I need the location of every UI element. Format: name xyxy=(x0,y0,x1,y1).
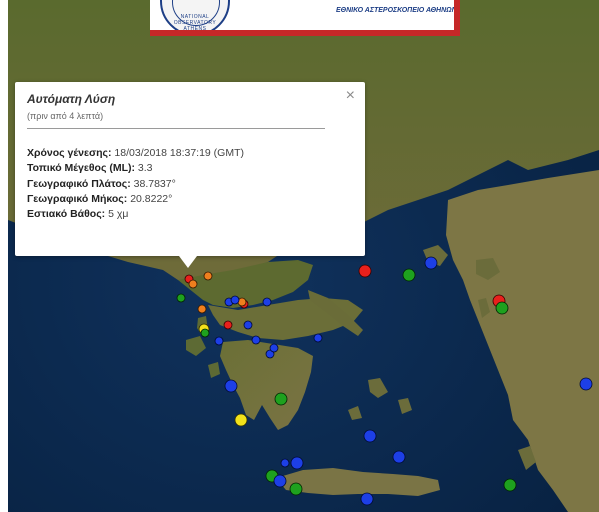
field-magnitude: Τοπικό Μέγεθος (ML): 3.3 xyxy=(27,161,244,176)
quake-marker-blue[interactable] xyxy=(424,256,438,270)
popup-fields: Χρόνος γένεσης: 18/03/2018 18:37:19 (GMT… xyxy=(27,146,244,222)
map[interactable]: NATIONAL OBSERVATORY ATHENS ΕΘΝΙΚΟ ΑΣΤΕΡ… xyxy=(0,0,599,512)
field-label: Γεωγραφικό Πλάτος: xyxy=(27,177,131,190)
popup-pointer xyxy=(179,256,197,268)
quake-marker-blue[interactable] xyxy=(214,336,224,346)
quake-marker-green[interactable] xyxy=(274,392,288,406)
quake-marker-blue[interactable] xyxy=(224,379,238,393)
earthquake-info-popup: × Αυτόματη Λύση (πριν από 4 λεπτά) Χρόνο… xyxy=(15,82,365,256)
quake-marker-blue[interactable] xyxy=(230,295,240,305)
field-depth: Εστιακό Βάθος: 5 χμ xyxy=(27,207,244,222)
close-icon[interactable]: × xyxy=(346,88,355,104)
quake-marker-red[interactable] xyxy=(223,320,233,330)
quake-marker-blue[interactable] xyxy=(251,335,261,345)
quake-marker-green[interactable] xyxy=(176,293,186,303)
field-value: 20.8222° xyxy=(130,192,173,205)
popup-subtitle: (πριν από 4 λεπτά) xyxy=(27,111,104,121)
field-label: Τοπικό Μέγεθος (ML): xyxy=(27,162,135,175)
field-value: 38.7837° xyxy=(133,177,176,190)
organization-name: ΕΘΝΙΚΟ ΑΣΤΕΡΟΣΚΟΠΕΙΟ ΑΘΗΝΩΝ xyxy=(336,7,457,14)
quake-marker-red[interactable] xyxy=(358,264,372,278)
quake-marker-blue[interactable] xyxy=(360,492,374,506)
quake-marker-blue[interactable] xyxy=(273,474,287,488)
quake-marker-orange[interactable] xyxy=(188,279,198,289)
popup-title: Αυτόματη Λύση xyxy=(27,92,116,106)
quake-marker-blue[interactable] xyxy=(269,343,279,353)
popup-divider xyxy=(27,128,325,129)
quake-marker-green[interactable] xyxy=(503,478,517,492)
quake-marker-blue[interactable] xyxy=(243,320,253,330)
quake-marker-green[interactable] xyxy=(200,328,210,338)
quake-marker-blue[interactable] xyxy=(313,333,323,343)
quake-marker-blue[interactable] xyxy=(392,450,406,464)
quake-marker-orange[interactable] xyxy=(197,304,207,314)
field-label: Εστιακό Βάθος: xyxy=(27,208,106,221)
quake-marker-blue[interactable] xyxy=(262,297,272,307)
seal-text: NATIONAL OBSERVATORY ATHENS xyxy=(173,14,217,32)
field-value: 5 χμ xyxy=(108,208,129,221)
field-value: 18/03/2018 18:37:19 (GMT) xyxy=(114,147,245,159)
quake-marker-green[interactable] xyxy=(402,268,416,282)
quake-marker-green[interactable] xyxy=(495,301,509,315)
quake-marker-blue[interactable] xyxy=(290,456,304,470)
quake-marker-blue[interactable] xyxy=(280,458,290,468)
field-value: 3.3 xyxy=(137,162,153,175)
quake-marker-blue[interactable] xyxy=(579,377,593,391)
field-longitude: Γεωγραφικό Μήκος: 20.8222° xyxy=(27,192,244,207)
quake-marker-green[interactable] xyxy=(289,482,303,496)
field-label: Χρόνος γένεσης: xyxy=(27,147,112,159)
field-latitude: Γεωγραφικό Πλάτος: 38.7837° xyxy=(27,177,244,192)
quake-marker-yellow[interactable] xyxy=(234,413,248,427)
quake-marker-orange[interactable] xyxy=(203,271,213,281)
quake-marker-blue[interactable] xyxy=(363,429,377,443)
field-label: Γεωγραφικό Μήκος: xyxy=(27,192,128,205)
header-banner: NATIONAL OBSERVATORY ATHENS ΕΘΝΙΚΟ ΑΣΤΕΡ… xyxy=(150,0,460,36)
field-origin-time: Χρόνος γένεσης: 18/03/2018 18:37:19 (GMT… xyxy=(27,146,244,161)
satellite-map[interactable] xyxy=(8,0,599,512)
observatory-seal-icon: NATIONAL OBSERVATORY ATHENS xyxy=(160,0,230,32)
